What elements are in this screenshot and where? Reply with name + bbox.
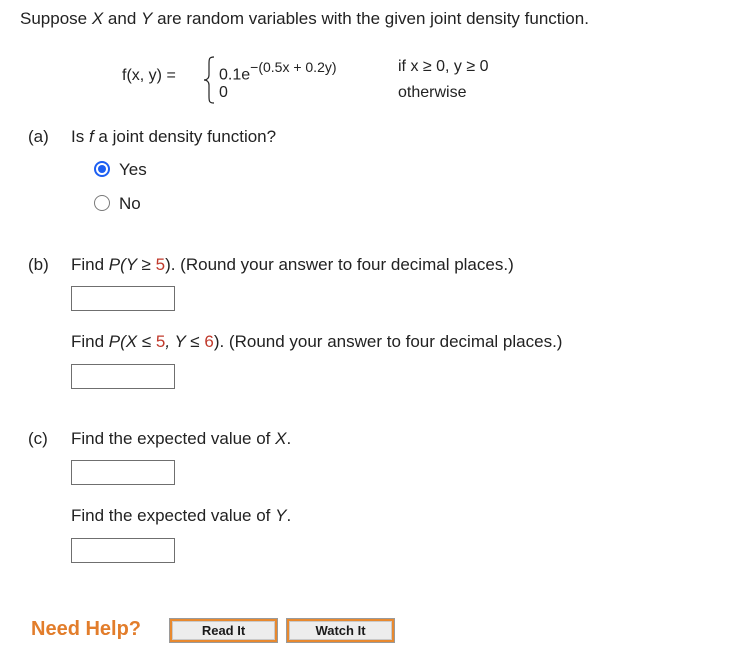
radio-no[interactable] (94, 195, 110, 211)
part-c-label: (c) (28, 429, 48, 448)
variable-x: X (91, 9, 104, 28)
question-text: Find the expected value of (71, 429, 276, 448)
answer-input-b1[interactable] (71, 286, 175, 311)
case1-exponent: −(0.5x + 0.2y) (250, 59, 337, 75)
option-yes-label[interactable]: Yes (119, 160, 147, 180)
part-c-question-1: Find the expected value of X. (71, 429, 291, 449)
probability-expression: P(Y ≥ (108, 255, 156, 274)
read-it-button[interactable]: Read It (169, 618, 278, 643)
part-b-question-1: Find P(Y ≥ 5). (Round your answer to fou… (71, 255, 514, 275)
function-lhs: f(x, y) = (122, 67, 176, 84)
option-no-label[interactable]: No (119, 194, 141, 214)
part-b-question-2: Find P(X ≤ 5, Y ≤ 6). (Round your answer… (71, 332, 562, 352)
brace-icon (203, 56, 215, 104)
need-help-heading: Need Help? (31, 618, 142, 640)
intro-text: are random variables with the given join… (152, 9, 589, 28)
case1-base: 0.1e (219, 66, 251, 84)
answer-input-b2[interactable] (71, 364, 175, 389)
variable-y: Y (141, 9, 153, 28)
question-text: ). (Round your answer to four decimal pl… (165, 255, 514, 274)
question-text: . (286, 429, 292, 448)
variable-x: X (275, 429, 287, 448)
question-text: . (286, 506, 292, 525)
question-text: Find (71, 332, 109, 351)
highlighted-number: 5 (155, 255, 166, 274)
intro-text: and (103, 9, 141, 28)
question-text: Is (71, 127, 89, 146)
intro-text: Suppose (20, 9, 92, 28)
read-it-label: Read It (172, 621, 275, 640)
case2-condition: otherwise (398, 84, 467, 101)
radio-yes[interactable] (94, 161, 110, 177)
part-a-label: (a) (28, 127, 49, 146)
question-text: Find the expected value of (71, 506, 276, 525)
case1-condition: if x ≥ 0, y ≥ 0 (398, 58, 489, 75)
case1-expression: 0.1e−(0.5x + 0.2y) (219, 59, 337, 84)
part-c-question-2: Find the expected value of Y. (71, 506, 291, 526)
problem-intro: Suppose X and Y are random variables wit… (20, 9, 589, 29)
highlighted-number: 6 (204, 332, 214, 351)
probability-expression: P(X ≤ (108, 332, 156, 351)
question-text: ). (Round your answer to four decimal pl… (213, 332, 563, 351)
probability-expression: , Y ≤ (165, 332, 205, 351)
variable-y: Y (275, 506, 287, 525)
answer-input-c1[interactable] (71, 460, 175, 485)
part-b-label: (b) (28, 255, 49, 274)
part-a-question: Is f a joint density function? (71, 127, 276, 147)
watch-it-button[interactable]: Watch It (286, 618, 395, 643)
answer-input-c2[interactable] (71, 538, 175, 563)
question-text: a joint density function? (93, 127, 277, 146)
highlighted-number: 5 (155, 332, 166, 351)
watch-it-label: Watch It (289, 621, 392, 640)
question-text: Find (71, 255, 109, 274)
case2-value: 0 (219, 84, 228, 101)
